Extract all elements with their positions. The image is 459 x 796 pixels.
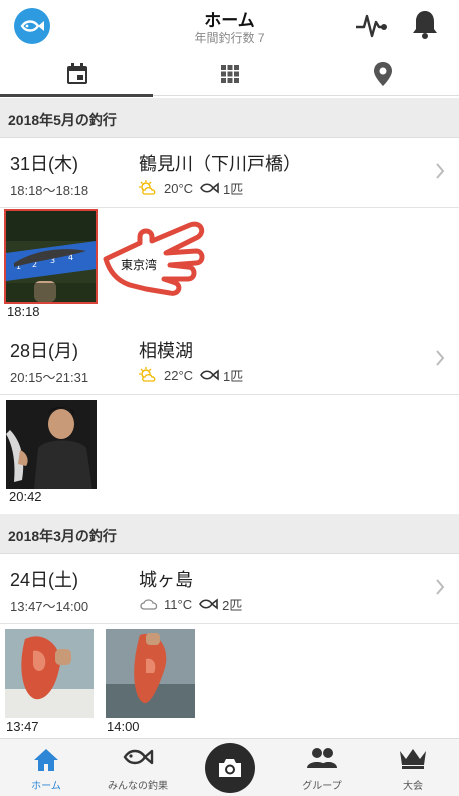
nav-community-catches[interactable]: みんなの釣果 bbox=[92, 739, 184, 796]
photo-time: 20:42 bbox=[9, 489, 42, 504]
trip-date: 24日(土) bbox=[10, 570, 79, 590]
camera-button[interactable] bbox=[205, 743, 255, 793]
trip-place: 鶴見川（下川戸橋） bbox=[139, 154, 301, 174]
photo-location-label: 東京湾 bbox=[121, 258, 158, 272]
trip-temperature: 22°C bbox=[164, 367, 194, 383]
fish-icon bbox=[123, 749, 154, 765]
nav-label: グループ bbox=[302, 781, 342, 792]
month-section-header: 2018年5月の釣行 bbox=[0, 98, 459, 138]
grid-icon bbox=[220, 65, 239, 83]
camera-icon bbox=[219, 759, 241, 777]
photo-content bbox=[6, 400, 97, 489]
fish-icon bbox=[200, 182, 219, 194]
partly-cloudy-icon bbox=[139, 367, 156, 382]
month-section-title: 2018年5月の釣行 bbox=[8, 112, 117, 128]
nav-home[interactable]: ホーム bbox=[0, 739, 92, 796]
trip-row[interactable]: 31日(木) 18:18〜18:18 鶴見川（下川戸橋） 20°C 1匹 bbox=[0, 138, 459, 208]
catch-photo[interactable] bbox=[5, 629, 94, 718]
calendar-icon bbox=[66, 63, 87, 84]
partly-cloudy-icon bbox=[139, 180, 156, 195]
tab-calendar[interactable] bbox=[0, 52, 153, 97]
bell-icon[interactable] bbox=[410, 8, 440, 40]
month-section-header: 2018年3月の釣行 bbox=[0, 514, 459, 554]
trip-meta: 20°C 1匹 bbox=[138, 178, 243, 198]
home-icon bbox=[34, 749, 58, 771]
photo-time: 13:47 bbox=[6, 719, 39, 734]
group-icon bbox=[307, 748, 337, 768]
trip-row[interactable]: 28日(月) 20:15〜21:31 相模湖 22°C 1匹 bbox=[0, 325, 459, 395]
trip-place: 城ヶ島 bbox=[139, 570, 193, 590]
trip-meta: 11°C 2匹 bbox=[138, 594, 242, 614]
catch-photo[interactable] bbox=[106, 629, 195, 718]
tab-map[interactable] bbox=[306, 52, 459, 96]
fish-icon bbox=[199, 598, 218, 610]
tab-grid[interactable] bbox=[153, 52, 306, 96]
trip-catch-count: 1匹 bbox=[223, 368, 244, 384]
chevron-right-icon bbox=[436, 350, 445, 366]
trip-place: 相模湖 bbox=[139, 341, 193, 361]
nav-label: ホーム bbox=[31, 781, 61, 792]
trip-catch-count: 2匹 bbox=[222, 597, 243, 613]
cloudy-icon bbox=[140, 599, 158, 610]
page-title: ホーム bbox=[204, 11, 255, 30]
trip-meta: 22°C 1匹 bbox=[138, 365, 243, 385]
photo-content bbox=[5, 629, 94, 718]
trip-temperature: 20°C bbox=[164, 180, 194, 196]
photo-time: 18:18 bbox=[7, 304, 40, 319]
trip-time: 18:18〜18:18 bbox=[10, 183, 89, 198]
crown-icon bbox=[400, 749, 426, 769]
photo-content: 1234 bbox=[6, 211, 96, 302]
catch-photo[interactable] bbox=[6, 400, 97, 489]
trip-date: 28日(月) bbox=[10, 341, 79, 361]
nav-label: 大会 bbox=[403, 781, 423, 792]
trip-time: 20:15〜21:31 bbox=[10, 370, 89, 385]
chevron-right-icon bbox=[436, 579, 445, 595]
trip-time: 13:47〜14:00 bbox=[10, 599, 89, 614]
photo-content bbox=[106, 629, 195, 718]
trip-catch-count: 1匹 bbox=[223, 181, 244, 197]
nav-group[interactable]: グループ bbox=[276, 739, 368, 796]
view-tabs bbox=[0, 52, 459, 97]
fish-icon bbox=[200, 369, 219, 381]
nav-tournament[interactable]: 大会 bbox=[367, 739, 459, 796]
chevron-right-icon bbox=[436, 163, 445, 179]
activity-icon[interactable] bbox=[354, 10, 388, 40]
month-section-title: 2018年3月の釣行 bbox=[8, 528, 117, 544]
trip-temperature: 11°C bbox=[164, 596, 193, 612]
app-header: ホーム 年間釣行数 7 bbox=[0, 0, 459, 52]
trip-row[interactable]: 24日(土) 13:47〜14:00 城ヶ島 11°C 2匹 bbox=[0, 554, 459, 624]
map-pin-icon bbox=[373, 62, 392, 86]
nav-label: みんなの釣果 bbox=[108, 781, 168, 792]
catch-photo[interactable]: 1234 bbox=[4, 209, 98, 304]
photo-time: 14:00 bbox=[107, 719, 140, 734]
trip-date: 31日(木) bbox=[10, 154, 79, 174]
page-subtitle: 年間釣行数 7 bbox=[194, 31, 265, 45]
